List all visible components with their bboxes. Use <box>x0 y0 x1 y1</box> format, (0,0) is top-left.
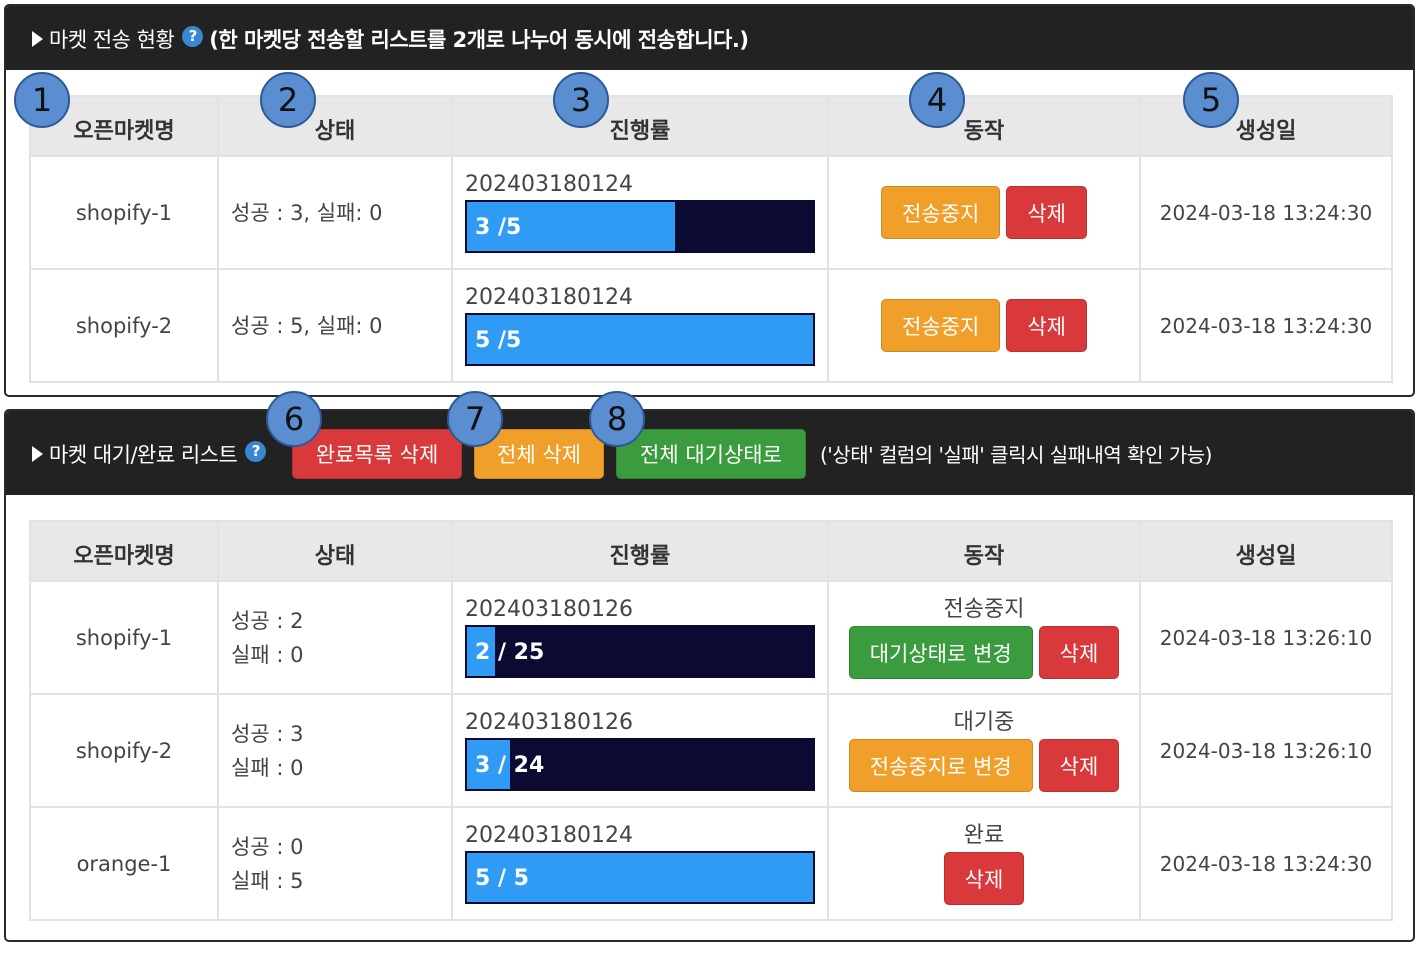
annotation-badge: 6 <box>266 391 322 447</box>
queue-list-table: 오픈마켓명 상태 진행률 동작 생성일 shopify-1 성공 : 2 실패 … <box>29 520 1393 921</box>
progress-text: 5 / 5 <box>475 866 529 891</box>
action-cell: 전송중지 삭제 <box>827 268 1141 383</box>
col-status: 상태 <box>217 520 453 582</box>
progress-cell: 202403180124 5 /5 <box>451 268 829 383</box>
queue-list-note: ('상태' 컬럼의 '실패' 클릭시 실패내역 확인 가능) <box>820 443 1212 467</box>
send-status-title-row: 마켓 전송 현황 ? (한 마켓당 전송할 리스트를 2개로 나누어 동시에 전… <box>32 24 749 54</box>
send-status-title: 마켓 전송 현황 <box>49 28 175 52</box>
change-to-stop-button[interactable]: 전송중지로 변경 <box>848 739 1033 792</box>
state-label: 대기중 <box>953 710 1015 735</box>
annotation-badge: 3 <box>553 72 609 128</box>
col-market-name: 오픈마켓명 <box>29 520 219 582</box>
stop-send-button[interactable]: 전송중지 <box>881 186 1001 239</box>
success-count: 성공 : 3 <box>231 721 304 746</box>
status-cell[interactable]: 성공 : 5, 실패: 0 <box>217 268 453 383</box>
annotation-badge: 8 <box>589 391 645 447</box>
created-date: 2024-03-18 13:26:10 <box>1139 693 1393 808</box>
help-icon[interactable]: ? <box>182 25 204 47</box>
annotation-badge: 5 <box>1183 72 1239 128</box>
action-cell: 완료 삭제 <box>827 806 1141 921</box>
progress-bar: 3 / 24 <box>465 738 815 791</box>
send-status-table: 오픈마켓명 상태 진행률 동작 생성일 shopify-1 성공 : 3, 실패… <box>29 95 1393 383</box>
progress-text: 5 /5 <box>475 328 522 353</box>
market-name: shopify-2 <box>29 268 219 383</box>
send-status-note: (한 마켓당 전송할 리스트를 2개로 나누어 동시에 전송합니다.) <box>209 28 749 52</box>
status-cell[interactable]: 성공 : 3, 실패: 0 <box>217 155 453 270</box>
progress-id: 202403180124 <box>465 823 633 848</box>
created-date: 2024-03-18 13:24:30 <box>1139 268 1393 383</box>
success-count: 성공 : 2 <box>231 608 304 633</box>
success-count: 성공 : 0 <box>231 834 304 859</box>
col-progress: 진행률 <box>451 520 829 582</box>
send-status-header: 마켓 전송 현황 ? (한 마켓당 전송할 리스트를 2개로 나누어 동시에 전… <box>6 6 1413 70</box>
progress-bar: 2 / 25 <box>465 625 815 678</box>
annotation-badge: 7 <box>447 391 503 447</box>
annotation-badge: 2 <box>260 72 316 128</box>
market-name: orange-1 <box>29 806 219 921</box>
market-name: shopify-2 <box>29 693 219 808</box>
delete-button[interactable]: 삭제 <box>943 852 1025 905</box>
progress-cell: 202403180124 5 / 5 <box>451 806 829 921</box>
progress-cell: 202403180126 3 / 24 <box>451 693 829 808</box>
queue-list-panel: 마켓 대기/완료 리스트 ? 완료목록 삭제 전체 삭제 전체 대기상태로 ('… <box>4 409 1415 942</box>
col-created: 생성일 <box>1139 95 1393 157</box>
col-created: 생성일 <box>1139 520 1393 582</box>
col-action: 동작 <box>827 520 1141 582</box>
table-row: shopify-2 성공 : 5, 실패: 0 202403180124 5 /… <box>29 268 1393 383</box>
state-label: 완료 <box>963 823 1005 848</box>
fail-count[interactable]: 실패 : 0 <box>231 638 451 672</box>
progress-id: 202403180124 <box>465 172 633 197</box>
table-row: orange-1 성공 : 0 실패 : 5 202403180124 5 / … <box>29 806 1393 921</box>
delete-completed-button[interactable]: 완료목록 삭제 <box>292 429 462 479</box>
created-date: 2024-03-18 13:24:30 <box>1139 806 1393 921</box>
created-date: 2024-03-18 13:26:10 <box>1139 580 1393 695</box>
delete-button[interactable]: 삭제 <box>1006 186 1087 239</box>
market-name: shopify-1 <box>29 155 219 270</box>
triangle-right-icon <box>32 31 43 47</box>
change-to-waiting-button[interactable]: 대기상태로 변경 <box>848 626 1033 679</box>
col-status: 상태 <box>217 95 453 157</box>
queue-list-title-row: 마켓 대기/완료 리스트 ? <box>32 439 267 469</box>
progress-id: 202403180124 <box>465 285 633 310</box>
progress-bar: 3 /5 <box>465 200 815 253</box>
progress-bar: 5 /5 <box>465 313 815 366</box>
status-cell: 성공 : 3 실패 : 0 <box>217 693 453 808</box>
queue-list-header: 마켓 대기/완료 리스트 ? 완료목록 삭제 전체 삭제 전체 대기상태로 ('… <box>6 411 1413 495</box>
action-cell: 대기중 전송중지로 변경 삭제 <box>827 693 1141 808</box>
table-row: shopify-1 성공 : 2 실패 : 0 202403180126 2 /… <box>29 580 1393 695</box>
progress-bar: 5 / 5 <box>465 851 815 904</box>
status-cell: 성공 : 0 실패 : 5 <box>217 806 453 921</box>
progress-text: 3 / 24 <box>475 753 545 778</box>
send-status-panel: 마켓 전송 현황 ? (한 마켓당 전송할 리스트를 2개로 나누어 동시에 전… <box>4 4 1415 397</box>
progress-cell: 202403180126 2 / 25 <box>451 580 829 695</box>
action-cell: 전송중지 대기상태로 변경 삭제 <box>827 580 1141 695</box>
fail-count[interactable]: 실패 : 0 <box>231 751 451 785</box>
delete-button[interactable]: 삭제 <box>1038 626 1120 679</box>
market-name: shopify-1 <box>29 580 219 695</box>
table-row: shopify-2 성공 : 3 실패 : 0 202403180126 3 /… <box>29 693 1393 808</box>
col-progress: 진행률 <box>451 95 829 157</box>
all-to-waiting-button[interactable]: 전체 대기상태로 <box>616 429 806 479</box>
progress-text: 3 /5 <box>475 215 522 240</box>
table-row: shopify-1 성공 : 3, 실패: 0 202403180124 3 /… <box>29 155 1393 270</box>
status-cell: 성공 : 2 실패 : 0 <box>217 580 453 695</box>
action-cell: 전송중지 삭제 <box>827 155 1141 270</box>
created-date: 2024-03-18 13:24:30 <box>1139 155 1393 270</box>
help-icon[interactable]: ? <box>245 440 267 462</box>
progress-cell: 202403180124 3 /5 <box>451 155 829 270</box>
col-action: 동작 <box>827 95 1141 157</box>
progress-id: 202403180126 <box>465 597 633 622</box>
triangle-right-icon <box>32 446 43 462</box>
progress-id: 202403180126 <box>465 710 633 735</box>
stop-send-button[interactable]: 전송중지 <box>881 299 1001 352</box>
state-label: 전송중지 <box>943 597 1025 622</box>
annotation-badge: 1 <box>14 72 70 128</box>
progress-text: 2 / 25 <box>475 640 545 665</box>
annotation-badge: 4 <box>909 72 965 128</box>
table-header-row: 오픈마켓명 상태 진행률 동작 생성일 <box>29 520 1393 582</box>
queue-list-title: 마켓 대기/완료 리스트 <box>49 443 238 467</box>
delete-button[interactable]: 삭제 <box>1006 299 1087 352</box>
fail-count[interactable]: 실패 : 5 <box>231 864 451 898</box>
delete-button[interactable]: 삭제 <box>1038 739 1120 792</box>
